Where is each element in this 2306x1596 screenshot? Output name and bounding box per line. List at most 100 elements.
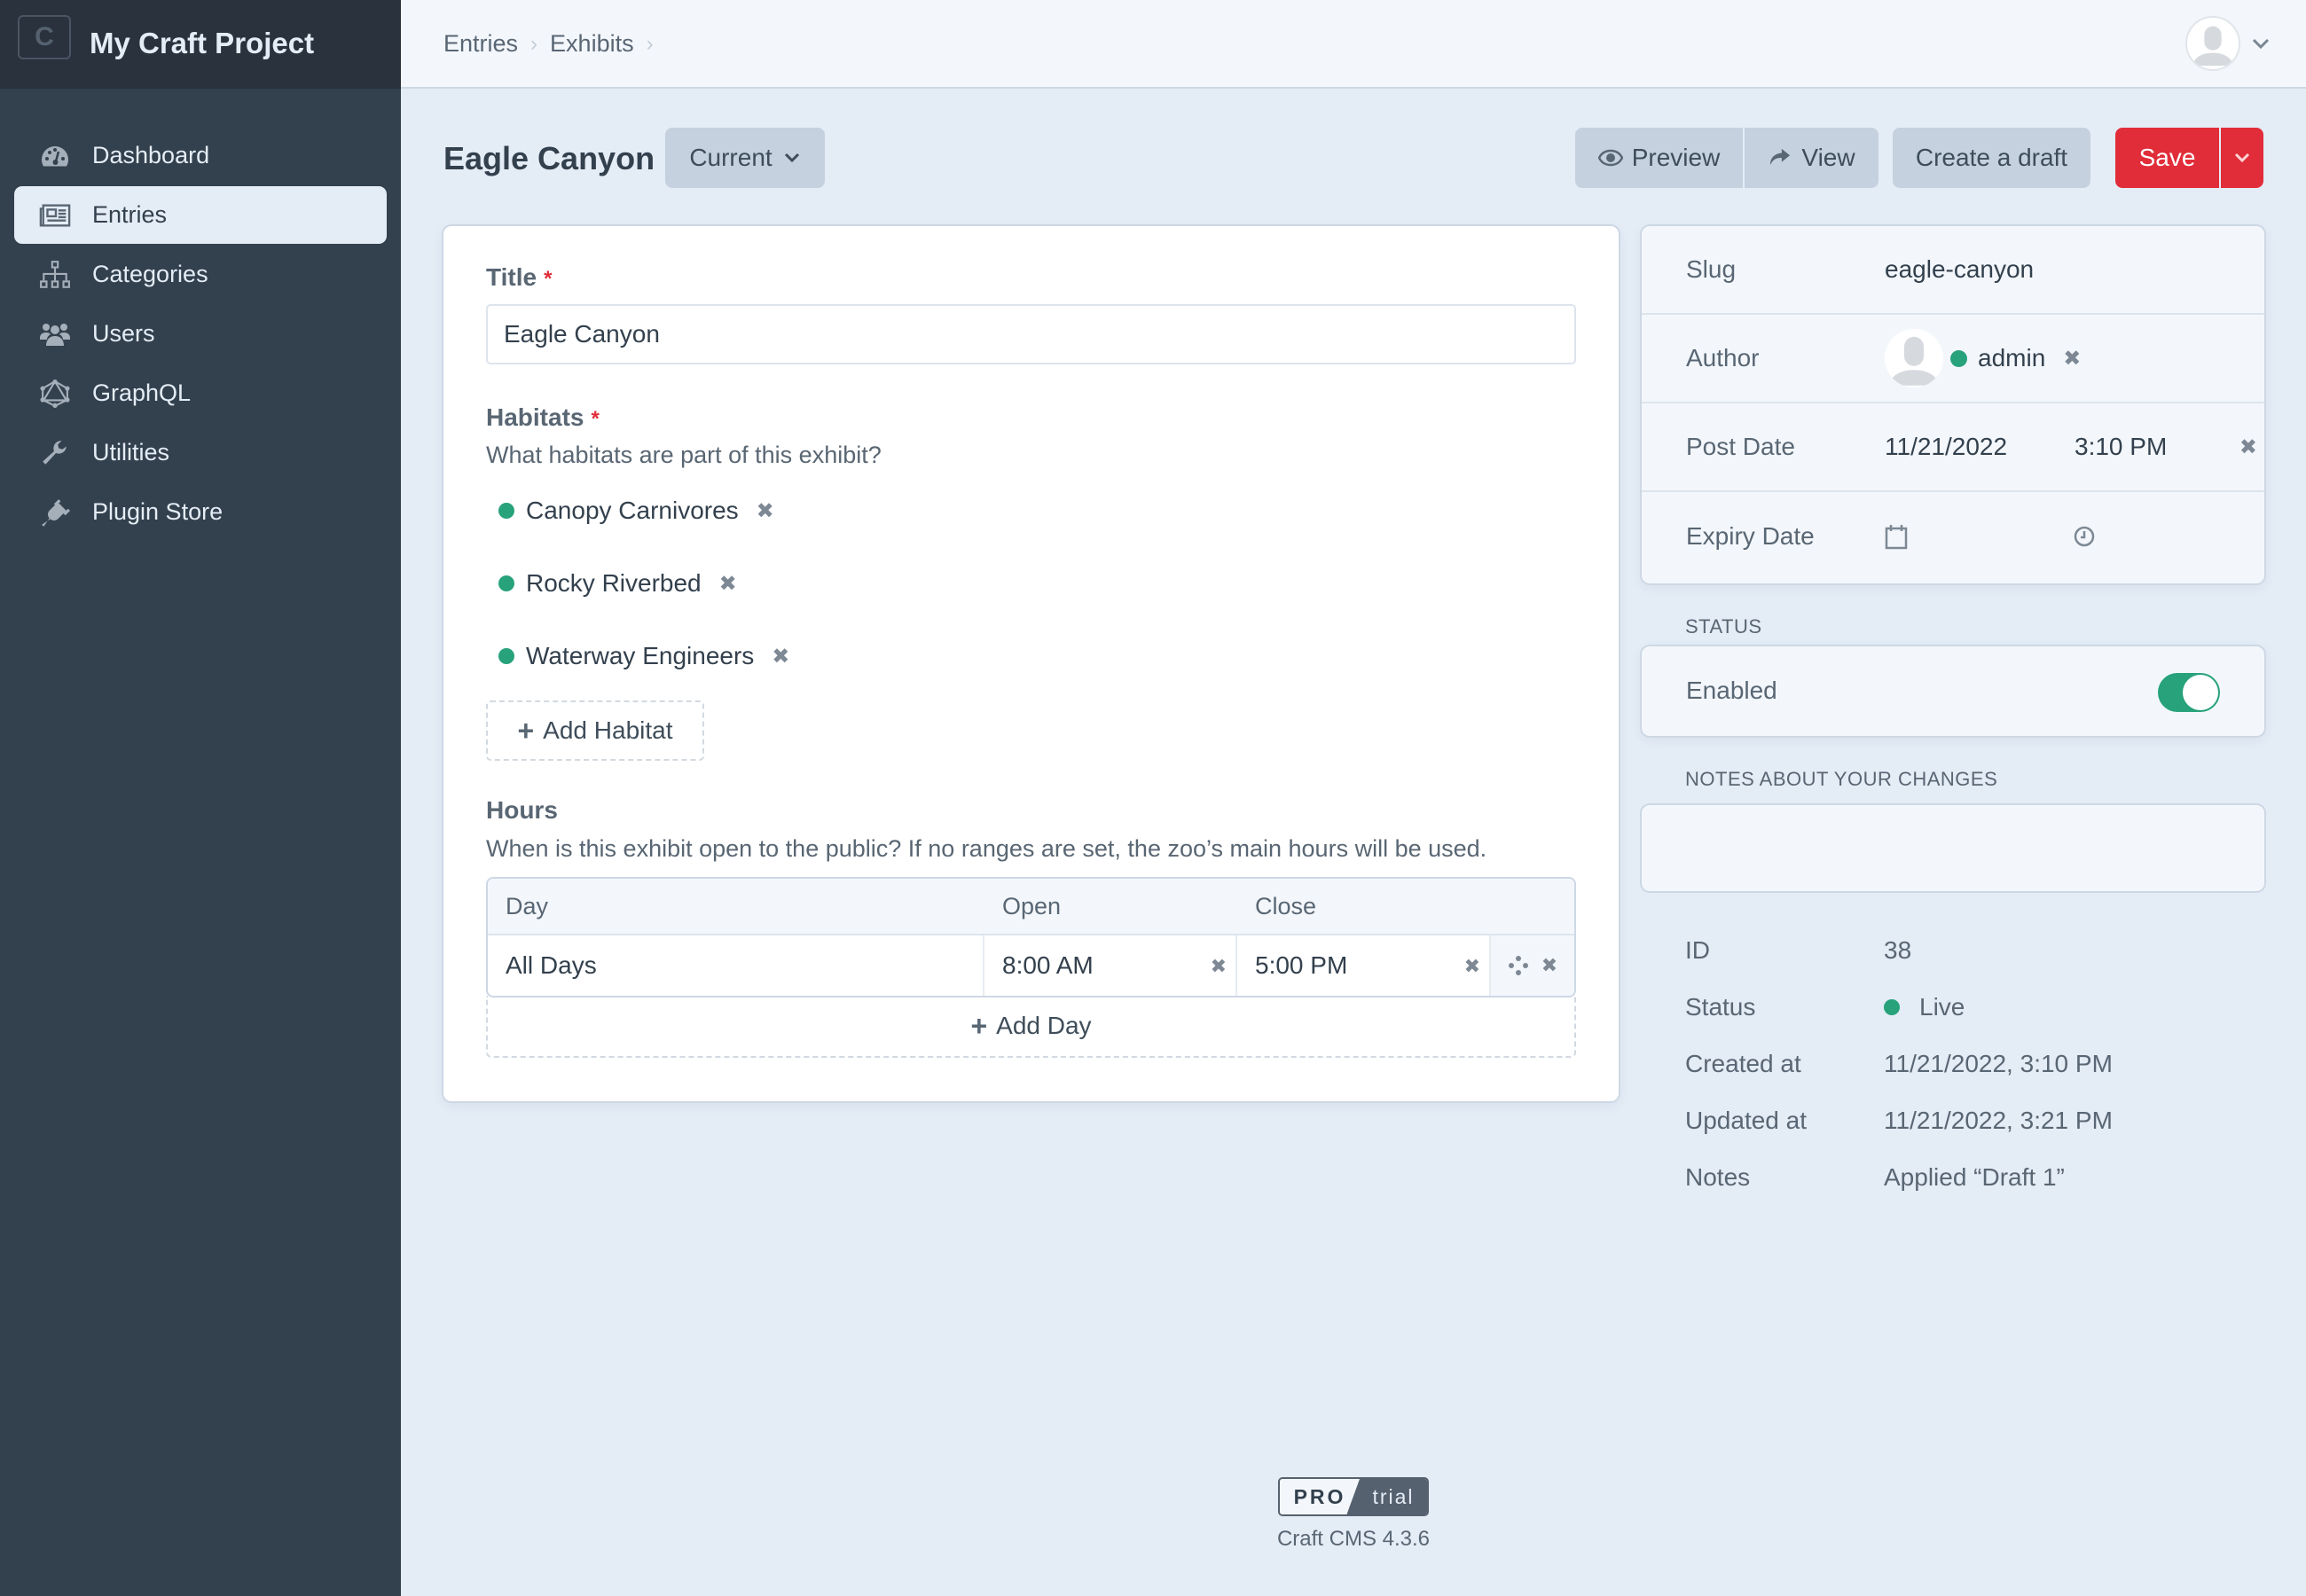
habitat-label: Rocky Riverbed <box>526 569 702 597</box>
add-day-label: Add Day <box>996 1012 1092 1039</box>
enabled-toggle[interactable] <box>2158 673 2220 712</box>
sidebar-item-entries[interactable]: Entries <box>14 186 387 244</box>
sidebar-header: C My Craft Project <box>0 0 401 89</box>
breadcrumb: Entries › Exhibits › <box>443 30 666 58</box>
breadcrumb-exhibits[interactable]: Exhibits <box>550 30 634 58</box>
entry-meta-panel: Slug eagle-canyon Author admin ✖ Post Da… <box>1642 226 2264 583</box>
habitats-instructions: What habitats are part of this exhibit? <box>486 442 882 468</box>
status-live-icon <box>1884 999 1900 1015</box>
remove-icon[interactable]: ✖ <box>719 571 737 597</box>
breadcrumb-entries[interactable]: Entries <box>443 30 518 58</box>
status-enabled-icon <box>498 503 514 519</box>
main-nav: Dashboard Entries Categories Users Graph… <box>14 127 387 543</box>
status-box: Enabled <box>1642 646 2264 736</box>
chevron-down-icon <box>784 153 799 163</box>
clear-icon[interactable]: ✖ <box>1211 955 1227 978</box>
remove-icon[interactable]: ✖ <box>772 644 789 669</box>
sidebar-item-label: Entries <box>92 201 168 228</box>
habitat-item[interactable]: Canopy Carnivores ✖ <box>498 497 774 525</box>
title-input[interactable] <box>486 304 1576 364</box>
add-habitat-button[interactable]: + Add Habitat <box>486 700 704 761</box>
move-icon[interactable] <box>1508 955 1529 976</box>
enabled-label: Enabled <box>1686 677 1777 704</box>
habitat-item[interactable]: Waterway Engineers ✖ <box>498 642 789 670</box>
edition-badge[interactable]: PRO trial <box>1278 1477 1429 1516</box>
remove-icon[interactable]: ✖ <box>757 498 774 524</box>
entry-content-card: Title * Habitats * What habitats are part … <box>443 226 1619 1101</box>
sidebar-item-label: Dashboard <box>92 142 210 168</box>
habitats-label-text: Habitats <box>486 403 584 431</box>
close-time-cell[interactable]: 5:00 PM ✖ <box>1237 935 1491 996</box>
info-row-status: Status Live <box>1685 979 2113 1036</box>
habitats-field-label: Habitats * <box>486 403 600 432</box>
expiry-date-input[interactable] <box>1885 523 1908 550</box>
sidebar-item-categories[interactable]: Categories <box>14 246 387 303</box>
info-row-id: ID 38 <box>1685 922 2113 979</box>
sidebar: C My Craft Project Dashboard Entries Cat… <box>0 0 401 1596</box>
sidebar-item-utilities[interactable]: Utilities <box>14 424 387 481</box>
info-value: 11/21/2022, 3:21 PM <box>1884 1107 2113 1134</box>
save-button[interactable]: Save <box>2115 128 2219 188</box>
eye-icon <box>1597 149 1623 167</box>
user-menu[interactable] <box>2185 16 2271 71</box>
sidebar-item-plugin-store[interactable]: Plugin Store <box>14 483 387 541</box>
slug-input[interactable]: eagle-canyon <box>1885 255 2034 284</box>
chevron-down-icon[interactable] <box>2251 37 2271 50</box>
site-name[interactable]: My Craft Project <box>90 27 314 60</box>
user-avatar[interactable] <box>2185 16 2240 71</box>
info-row-notes: Notes Applied “Draft 1” <box>1685 1149 2113 1206</box>
preview-button[interactable]: Preview <box>1575 128 1743 188</box>
view-button[interactable]: View <box>1745 128 1879 188</box>
habitat-label: Canopy Carnivores <box>526 497 739 524</box>
title-field-label: Title * <box>486 263 552 292</box>
open-time-cell[interactable]: 8:00 AM ✖ <box>984 935 1237 996</box>
column-header-close: Close <box>1255 892 1317 919</box>
hours-table-header: Day Open Close <box>488 879 1574 935</box>
breadcrumb-separator-icon: › <box>530 31 538 56</box>
post-date-label: Post Date <box>1686 433 1795 460</box>
revision-menu-button[interactable]: Current <box>665 128 825 188</box>
author-avatar <box>1885 329 1943 387</box>
calendar-icon <box>1885 525 1908 550</box>
notes-textarea[interactable] <box>1642 805 2264 891</box>
post-date-input[interactable]: 11/21/2022 <box>1885 433 2007 461</box>
user-silhouette-icon <box>2192 26 2234 66</box>
site-logo[interactable]: C <box>18 15 71 59</box>
status-enabled-icon <box>498 575 514 591</box>
plug-icon <box>38 498 72 527</box>
chevron-down-icon <box>2234 153 2250 163</box>
sidebar-item-dashboard[interactable]: Dashboard <box>14 127 387 184</box>
gauge-icon <box>38 142 72 170</box>
delete-row-icon[interactable]: ✖ <box>1541 954 1557 977</box>
remove-icon[interactable]: ✖ <box>2063 346 2081 372</box>
sidebar-item-graphql[interactable]: GraphQL <box>14 364 387 422</box>
day-cell[interactable]: All Days <box>488 935 984 996</box>
table-row: All Days 8:00 AM ✖ 5:00 PM ✖ ✖ <box>488 935 1574 996</box>
info-label: Status <box>1685 993 1756 1021</box>
graphql-icon <box>38 379 72 408</box>
slug-field: Slug eagle-canyon <box>1642 226 2264 315</box>
clear-icon[interactable]: ✖ <box>1464 955 1480 978</box>
open-time-value: 8:00 AM <box>1002 951 1094 979</box>
slug-label: Slug <box>1686 255 1737 283</box>
post-date-field: Post Date 11/21/2022 3:10 PM ✖ <box>1642 403 2264 492</box>
required-icon: * <box>591 407 600 431</box>
sidebar-item-label: Plugin Store <box>92 498 224 525</box>
expiry-time-input[interactable] <box>2073 525 2096 548</box>
row-actions: ✖ <box>1491 935 1574 996</box>
clear-icon[interactable]: ✖ <box>2239 434 2257 460</box>
newspaper-icon <box>38 201 72 230</box>
hours-table: Day Open Close All Days 8:00 AM ✖ 5:00 P… <box>486 877 1576 998</box>
create-draft-button[interactable]: Create a draft <box>1893 128 2090 188</box>
sidebar-item-users[interactable]: Users <box>14 305 387 363</box>
habitat-item[interactable]: Rocky Riverbed ✖ <box>498 569 737 598</box>
info-value: 11/21/2022, 3:10 PM <box>1884 1050 2113 1077</box>
title-label-text: Title <box>486 263 537 291</box>
save-menu-button[interactable] <box>2221 128 2263 188</box>
author-value[interactable]: admin ✖ <box>1885 329 2081 387</box>
add-day-button[interactable]: + Add Day <box>486 996 1576 1058</box>
post-time-input[interactable]: 3:10 PM <box>2075 433 2167 461</box>
plus-icon: + <box>970 1009 988 1042</box>
author-label: Author <box>1686 344 1760 372</box>
author-field: Author admin ✖ <box>1642 315 2264 403</box>
